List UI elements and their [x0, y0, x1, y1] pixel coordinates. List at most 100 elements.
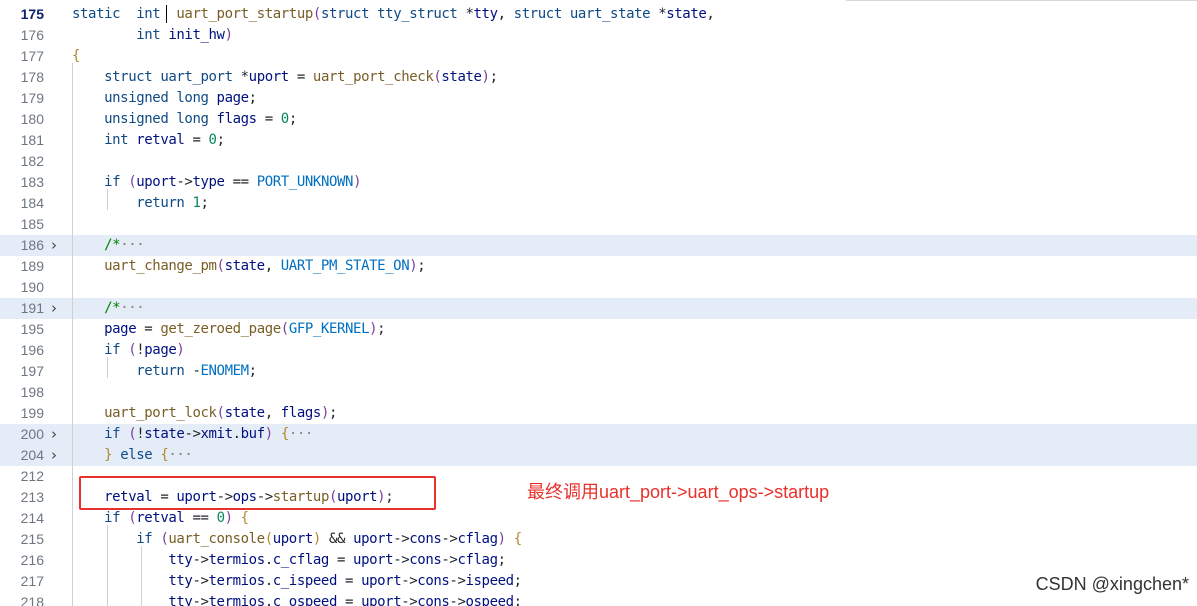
chevron-right-icon[interactable]: ›: [51, 424, 65, 445]
code-token: uart_state: [569, 6, 651, 22]
code-token: cons: [409, 552, 442, 568]
code-token: retval: [136, 132, 185, 148]
code-token: state: [144, 426, 185, 442]
code-token: (: [312, 6, 321, 22]
code-line[interactable]: 182: [0, 151, 1197, 172]
code-token: /*: [104, 237, 121, 253]
code-line[interactable]: 183 if (uport->type == PORT_UNKNOWN): [0, 172, 1197, 193]
code-token: long: [176, 90, 209, 106]
line-number: 213: [20, 489, 44, 505]
code-line[interactable]: 199 uart_port_lock(state, flags);: [0, 403, 1197, 424]
code-line[interactable]: 186 › /*···: [0, 235, 1197, 256]
code-line[interactable]: 185: [0, 214, 1197, 235]
code-token: page: [144, 342, 177, 358]
code-token: =: [288, 69, 313, 85]
code-token: cons: [417, 594, 450, 606]
code-token: ): [353, 174, 362, 190]
code-line[interactable]: 189 uart_change_pm(state, UART_PM_STATE_…: [0, 256, 1197, 277]
code-line[interactable]: 218 tty->termios.c_ospeed = uport->cons-…: [0, 592, 1197, 606]
code-token: ->: [393, 531, 410, 547]
code-line[interactable]: 178 struct uart_port *uport = uart_port_…: [0, 67, 1197, 88]
code-line[interactable]: 180 unsigned long flags = 0;: [0, 109, 1197, 130]
code-line[interactable]: 200 › if (!state->xmit.buf) {···: [0, 424, 1197, 445]
code-line[interactable]: 198: [0, 382, 1197, 403]
code-text: } else {···: [72, 445, 193, 466]
code-editor[interactable]: 175 static int uart_port_startup(struct t…: [0, 0, 1197, 606]
line-number: 178: [20, 69, 44, 85]
highlight-box: [79, 476, 436, 510]
code-token: ->: [441, 552, 458, 568]
code-token: ->: [192, 594, 209, 606]
code-token: ->: [176, 174, 193, 190]
code-line[interactable]: 204 › } else {···: [0, 445, 1197, 466]
code-token: *: [457, 6, 474, 22]
code-token: =: [336, 594, 362, 606]
code-token: return: [136, 195, 185, 211]
code-token: =: [328, 552, 354, 568]
code-token: ;: [417, 258, 426, 274]
annotation-label: 最终调用uart_port->uart_ops->startup: [527, 482, 830, 502]
code-token: =: [336, 573, 362, 589]
code-text: return -ENOMEM;: [72, 361, 257, 382]
code-line[interactable]: 195 page = get_zeroed_page(GFP_KERNEL);: [0, 319, 1197, 340]
code-token: type: [192, 174, 225, 190]
chevron-right-icon[interactable]: ›: [51, 298, 65, 319]
code-line[interactable]: 177 {: [0, 46, 1197, 67]
code-token: retval: [136, 510, 185, 526]
chevron-right-icon[interactable]: ›: [51, 235, 65, 256]
code-text: if (uart_console(uport) && uport->cons->…: [72, 529, 522, 550]
code-token: ): [320, 405, 329, 421]
code-token: 0: [208, 132, 217, 148]
line-number: 190: [20, 279, 44, 295]
code-line[interactable]: 216 tty->termios.c_cflag = uport->cons->…: [0, 550, 1197, 571]
code-token: termios: [208, 552, 266, 568]
code-token: return: [136, 363, 185, 379]
code-line[interactable]: 181 int retval = 0;: [0, 130, 1197, 151]
line-number: 214: [20, 510, 44, 526]
code-token: ;: [200, 195, 209, 211]
code-token: long: [176, 111, 209, 127]
code-line[interactable]: 179 unsigned long page;: [0, 88, 1197, 109]
code-token: ;: [328, 405, 337, 421]
code-line[interactable]: 217 tty->termios.c_ispeed = uport->cons-…: [0, 571, 1197, 592]
code-token: if: [104, 174, 121, 190]
code-token: *: [232, 69, 249, 85]
text-cursor: [166, 5, 167, 23]
line-number: 179: [20, 90, 44, 106]
code-text: if (!state->xmit.buf) {···: [72, 424, 313, 445]
watermark: CSDN @xingchen*: [1035, 574, 1189, 594]
code-token: .: [232, 426, 241, 442]
code-line[interactable]: 191 › /*···: [0, 298, 1197, 319]
code-token: uport: [361, 573, 402, 589]
code-token: ENOMEM: [200, 363, 249, 379]
code-line[interactable]: 190: [0, 277, 1197, 298]
code-line[interactable]: 196 if (!page): [0, 340, 1197, 361]
chevron-right-icon[interactable]: ›: [51, 445, 65, 466]
code-line[interactable]: 214 if (retval == 0) {: [0, 508, 1197, 529]
code-token: state: [666, 6, 707, 22]
code-line[interactable]: 215 if (uart_console(uport) && uport->co…: [0, 529, 1197, 550]
code-line[interactable]: 197 return -ENOMEM;: [0, 361, 1197, 382]
code-token: ): [497, 531, 506, 547]
code-text: uart_change_pm(state, UART_PM_STATE_ON);: [72, 256, 426, 277]
code-line[interactable]: 175 static int uart_port_startup(struct t…: [0, 4, 1197, 25]
code-token: ···: [120, 300, 145, 316]
code-line[interactable]: 176 int init_hw): [0, 25, 1197, 46]
code-text: static int uart_port_startup(struct tty_…: [72, 4, 715, 25]
line-number: 176: [20, 27, 44, 43]
line-number: 216: [20, 552, 44, 568]
code-token: int: [104, 132, 129, 148]
code-token: uport: [353, 531, 394, 547]
line-number: 189: [20, 258, 44, 274]
code-line[interactable]: 184 return 1;: [0, 193, 1197, 214]
code-token: ->: [192, 552, 209, 568]
